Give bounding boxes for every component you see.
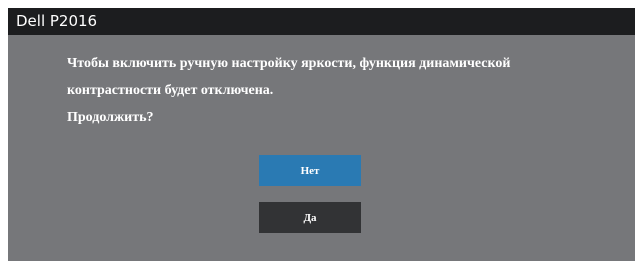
monitor-model-title: Dell P2016 <box>16 12 98 30</box>
title-bar: Dell P2016 <box>8 8 635 35</box>
yes-button-label: Да <box>303 211 317 224</box>
monitor-osd-dialog: Dell P2016 Чтобы включить ручную настрой… <box>8 8 635 261</box>
message-line-2: контрастности будет отключена. <box>67 83 274 98</box>
confirmation-message: Чтобы включить ручную настройку яркости,… <box>67 50 612 131</box>
message-line-1: Чтобы включить ручную настройку яркости,… <box>67 56 511 71</box>
no-button-label: Нет <box>300 164 320 177</box>
yes-button[interactable]: Да <box>259 202 361 233</box>
no-button[interactable]: Нет <box>259 155 361 186</box>
message-line-3: Продолжить? <box>67 110 154 125</box>
